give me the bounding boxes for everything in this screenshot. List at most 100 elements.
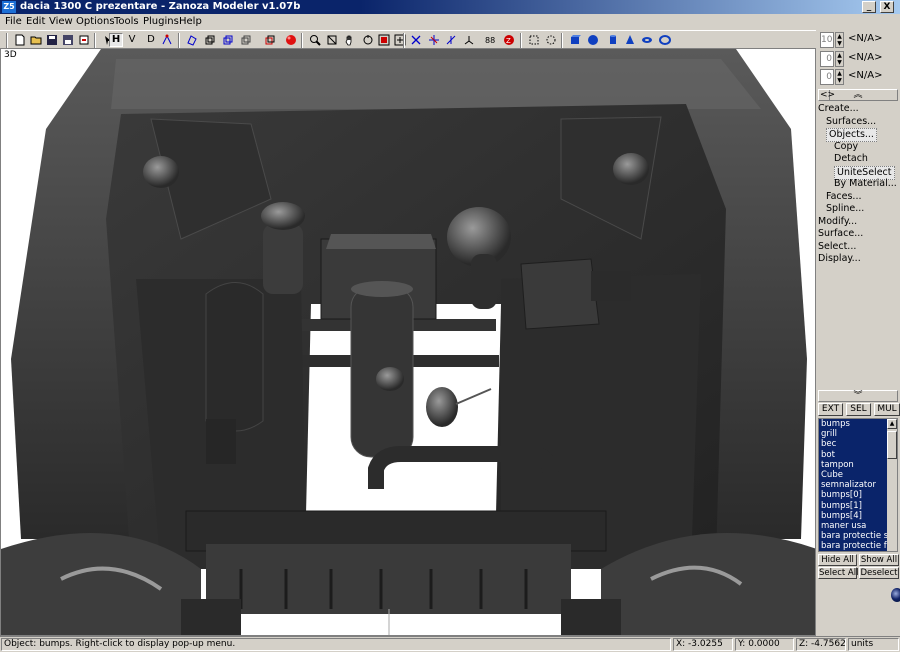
hide-all-button[interactable]: Hide All: [818, 554, 857, 566]
list-item[interactable]: grill: [819, 429, 897, 439]
scale-icon[interactable]: [444, 33, 458, 47]
spinner-3[interactable]: 0 ▲ ▼ <N/A>: [820, 69, 898, 85]
zoom-region-icon[interactable]: [377, 33, 391, 47]
spinner-1-number[interactable]: 10: [820, 32, 834, 48]
object-list[interactable]: bumps grill bec bot tampon Cube semnalizator bu…: [818, 418, 898, 552]
cube-select-icon[interactable]: [221, 33, 235, 47]
list-item[interactable]: bara protectie spate: [819, 531, 897, 541]
grid-icon[interactable]: 88: [484, 33, 498, 47]
view-v-button[interactable]: V: [125, 33, 139, 47]
undo-icon[interactable]: [77, 33, 91, 47]
list-item[interactable]: bumps[0]: [819, 490, 897, 500]
select-box-icon[interactable]: [527, 33, 541, 47]
spinner-1-arrows[interactable]: ▲ ▼: [835, 32, 844, 48]
list-item[interactable]: bumps[4]: [819, 511, 897, 521]
scroll-up-arrow-icon[interactable]: ▲: [887, 419, 897, 429]
snap-icon[interactable]: Z: [502, 33, 516, 47]
panel-scroll-down-button[interactable]: ︾: [818, 390, 898, 402]
spinner-2-value: <N/A>: [848, 52, 883, 63]
sphere-primitive-icon[interactable]: [586, 33, 600, 47]
close-button[interactable]: X: [880, 1, 894, 13]
menu-file[interactable]: File: [5, 16, 22, 27]
title-bar: Z5 dacia 1300 C prezentare - Zanoza Mode…: [0, 0, 900, 14]
spinner-2-arrows[interactable]: ▲ ▼: [835, 51, 844, 67]
list-item[interactable]: bot: [819, 450, 897, 460]
save-icon[interactable]: [45, 33, 59, 47]
toolbar-separator: [301, 33, 303, 48]
list-item[interactable]: maner usa: [819, 521, 897, 531]
tree-item[interactable]: Faces...: [826, 191, 862, 203]
list-item[interactable]: bec: [819, 439, 897, 449]
torus-primitive-icon[interactable]: [640, 33, 654, 47]
save-as-icon[interactable]: [61, 33, 75, 47]
list-item[interactable]: tampon: [819, 460, 897, 470]
axis-icon[interactable]: [462, 33, 476, 47]
spinner-2-number[interactable]: 0: [820, 51, 834, 67]
tree-item[interactable]: Display...: [818, 253, 861, 265]
tree-item[interactable]: Copy: [834, 141, 858, 153]
scroll-thumb[interactable]: [887, 431, 897, 459]
deselect-button[interactable]: Deselect: [859, 567, 899, 579]
rotate-icon[interactable]: [361, 33, 375, 47]
toolbar-separator: [561, 33, 563, 48]
vertex-edit-icon[interactable]: [160, 33, 174, 47]
cube-red-icon[interactable]: [263, 33, 277, 47]
tree-item[interactable]: Create...: [818, 103, 859, 115]
zanoza-app-icon[interactable]: Z5: [2, 1, 16, 13]
menu-plugins[interactable]: Plugins: [143, 16, 179, 27]
list-item[interactable]: bumps: [819, 419, 897, 429]
new-file-icon[interactable]: [13, 33, 27, 47]
open-folder-icon[interactable]: [29, 33, 43, 47]
ext-button[interactable]: EXT: [818, 403, 843, 416]
menu-options[interactable]: Options: [76, 16, 115, 27]
rotate-tool-icon[interactable]: [427, 33, 441, 47]
list-item[interactable]: bara protectie fata: [819, 541, 897, 551]
pan-hand-icon[interactable]: [343, 33, 357, 47]
panel-toggle-icon[interactable]: <>: [820, 90, 835, 100]
ring-primitive-icon[interactable]: [658, 33, 672, 47]
view-d-button[interactable]: D: [144, 33, 158, 47]
select-all-button[interactable]: Select All: [818, 567, 858, 579]
status-bar: Object: bumps. Right-click to display po…: [0, 636, 900, 652]
tree-item[interactable]: Select...: [818, 241, 856, 253]
tree-item[interactable]: Surface...: [818, 228, 863, 240]
cube-frame-icon[interactable]: [203, 33, 217, 47]
view-h-button[interactable]: H: [109, 33, 123, 47]
menu-view[interactable]: View: [49, 16, 73, 27]
pan-icon[interactable]: [325, 33, 339, 47]
cube-outline-icon[interactable]: [239, 33, 253, 47]
sphere-red-icon[interactable]: [284, 33, 298, 47]
viewport-3d[interactable]: 3D: [0, 48, 816, 636]
spinner-3-arrows[interactable]: ▲ ▼: [835, 69, 844, 85]
sel-button[interactable]: SEL: [846, 403, 871, 416]
tree-item[interactable]: Detach: [834, 153, 868, 165]
menu-tools[interactable]: Tools: [114, 16, 139, 27]
select-lasso-icon[interactable]: [544, 33, 558, 47]
menu-edit[interactable]: Edit: [26, 16, 45, 27]
show-all-button[interactable]: Show All: [859, 554, 899, 566]
spinner-2[interactable]: 0 ▲ ▼ <N/A>: [820, 51, 898, 67]
box-primitive-icon[interactable]: [568, 33, 582, 47]
zoom-icon[interactable]: [308, 33, 322, 47]
list-item[interactable]: Cube: [819, 470, 897, 480]
spinner-1[interactable]: 10 ▲ ▼ <N/A>: [820, 32, 898, 48]
status-message: Object: bumps. Right-click to display po…: [1, 638, 671, 651]
cylinder-primitive-icon[interactable]: [606, 33, 620, 47]
spinner-1-value: <N/A>: [848, 33, 883, 44]
tree-item[interactable]: Surfaces...: [826, 116, 876, 128]
menu-help[interactable]: Help: [179, 16, 202, 27]
panel-scroll-up-button[interactable]: <> ︽: [818, 89, 898, 101]
mul-button[interactable]: MUL: [874, 403, 900, 416]
object-list-scrollbar[interactable]: ▲: [887, 419, 897, 551]
list-item[interactable]: semnalizator: [819, 480, 897, 490]
cone-primitive-icon[interactable]: [623, 33, 637, 47]
list-item[interactable]: bumps[1]: [819, 501, 897, 511]
tree-item[interactable]: Spline...: [826, 203, 864, 215]
tree-item[interactable]: By Material...: [834, 178, 897, 190]
move-icon[interactable]: [409, 33, 423, 47]
tree-item[interactable]: Modify...: [818, 216, 857, 228]
spinner-3-number[interactable]: 0: [820, 69, 834, 85]
svg-text:88: 88: [485, 36, 495, 45]
box-frame-icon[interactable]: [185, 33, 199, 47]
minimize-button[interactable]: _: [862, 1, 876, 13]
